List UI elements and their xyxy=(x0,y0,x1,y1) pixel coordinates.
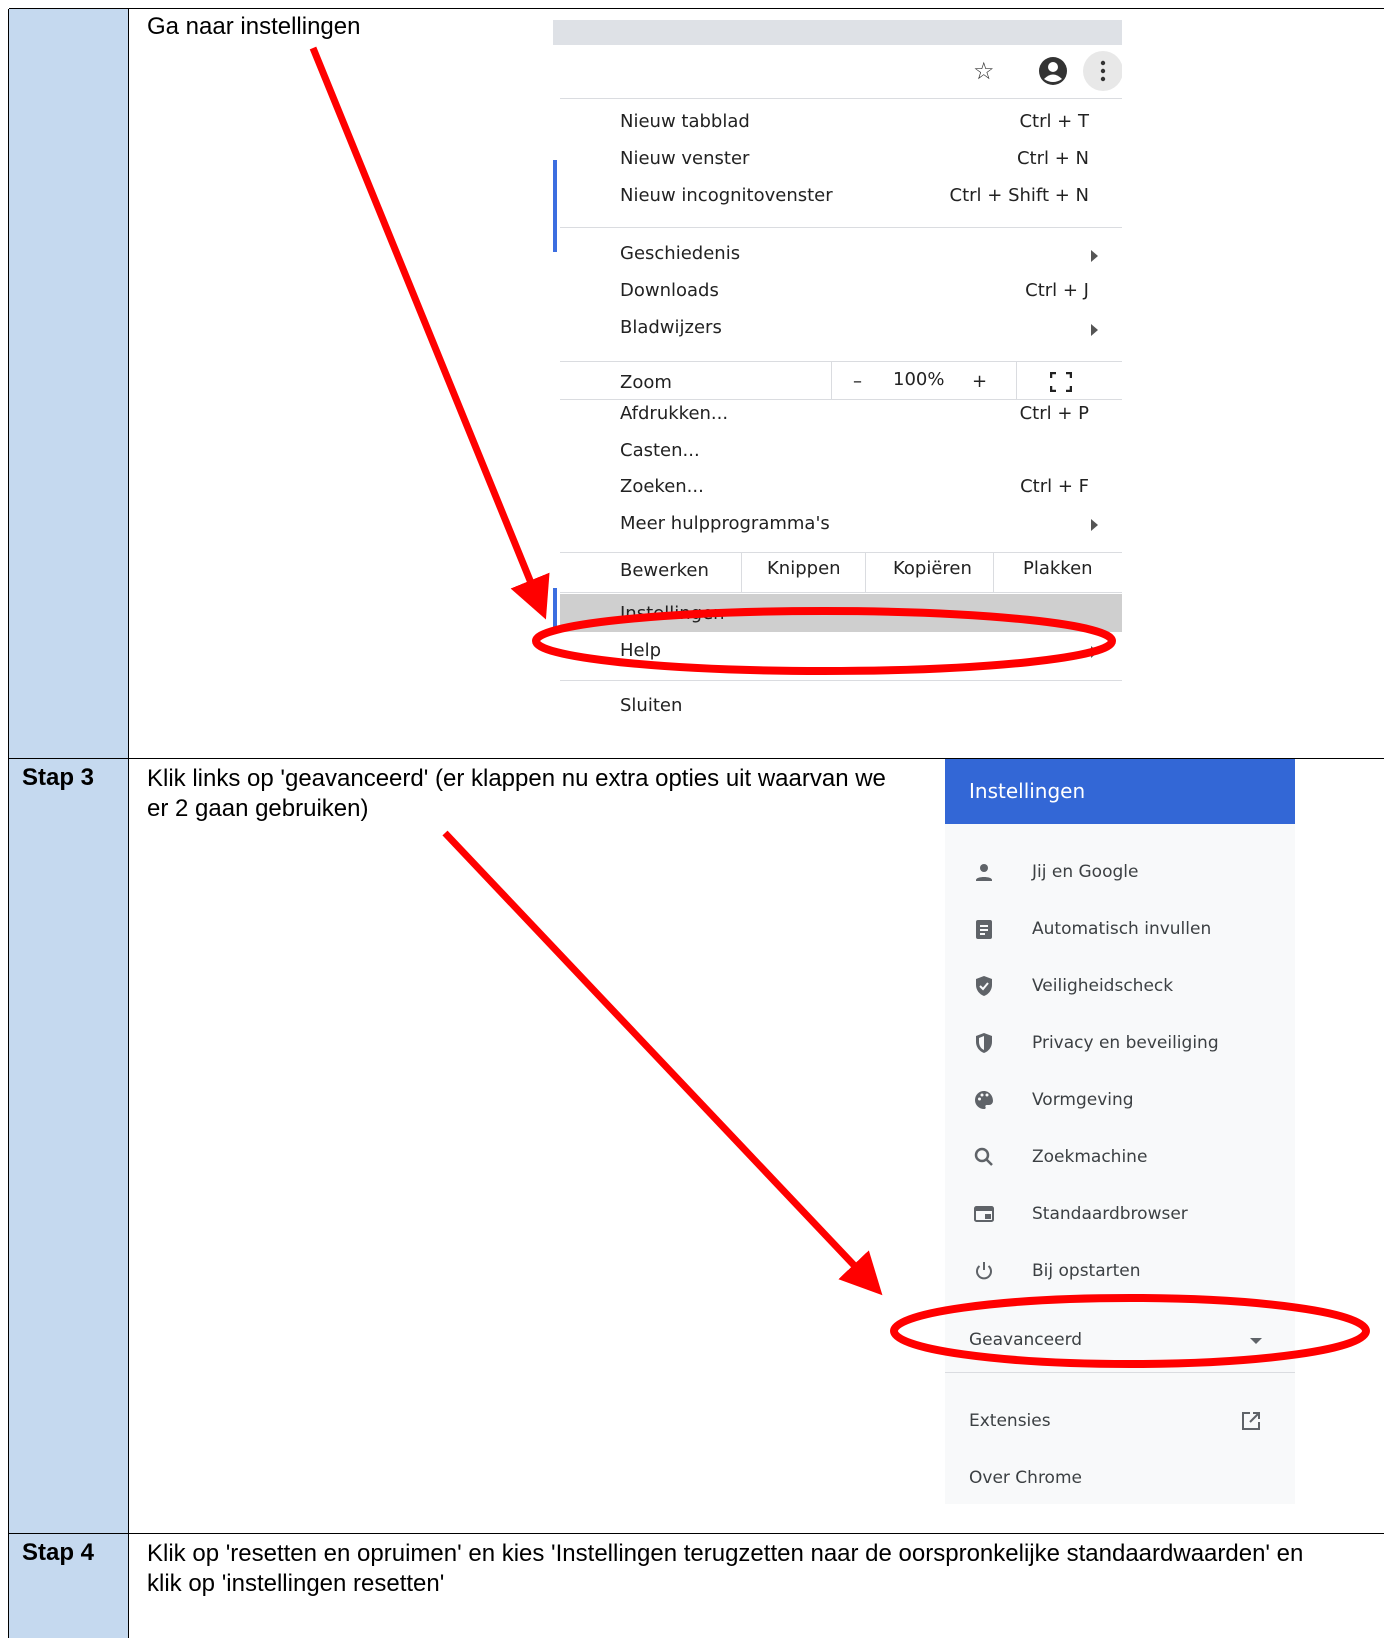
annotation-layer xyxy=(309,46,1370,1368)
arrow-to-settings-menu xyxy=(309,46,550,620)
highlight-ellipse-settings-item xyxy=(532,607,1116,675)
highlight-ellipse-advanced xyxy=(890,1294,1370,1368)
arrow-to-advanced xyxy=(442,830,883,1296)
